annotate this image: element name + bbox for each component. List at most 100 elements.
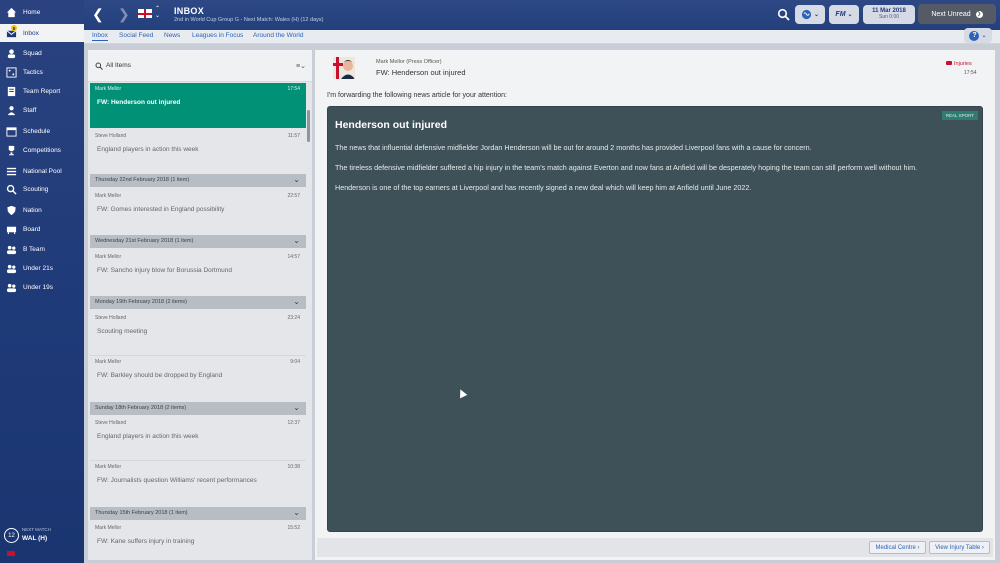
sidebar-item-competitions[interactable]: Competitions — [0, 141, 84, 159]
next-unread-button[interactable]: Next Unread ❯ — [918, 4, 996, 24]
chevron-right-icon: › — [917, 544, 920, 551]
article-paragraph: The tireless defensive midfielder suffer… — [335, 163, 918, 172]
list-item[interactable]: Steve Holland 23:24 Scouting meeting — [90, 312, 306, 356]
message-time: 10:38 — [287, 464, 300, 470]
trophy-icon — [5, 144, 17, 156]
tab-social-feed[interactable]: Social Feed — [119, 32, 153, 39]
chevron-down-icon: ⌄ — [293, 236, 300, 245]
sidebar-item-label: Competitions — [23, 146, 61, 154]
sidebar-item-staff[interactable]: Staff — [0, 101, 84, 119]
message-sender: Mark Mellor — [95, 193, 122, 199]
message-subject: FW: Sancho injury blow for Borussia Dort… — [97, 267, 232, 274]
next-match-widget[interactable]: 12 NEXT MATCH WAL (H) — [4, 526, 82, 548]
list-item[interactable]: Mark Mellor 22:57 FW: Gomes interested i… — [90, 190, 306, 232]
message-subject: FW: Gomes interested in England possibil… — [97, 206, 225, 213]
sidebar-item-squad[interactable]: Squad — [0, 44, 84, 62]
message-footer: Medical Centre › View Injury Table › — [317, 538, 993, 557]
sidebar-item-under-19s[interactable]: Under 19s — [0, 278, 84, 296]
chevron-down-icon: ⌄ — [293, 403, 300, 412]
tag-icon — [946, 61, 952, 65]
fm-logo: FM — [835, 11, 846, 18]
sidebar-item-b-team[interactable]: B Team — [0, 240, 84, 258]
sidebar-item-label: B Team — [23, 245, 45, 253]
sidebar-item-scouting[interactable]: Scouting — [0, 180, 84, 198]
list-item[interactable]: Mark Mellor 17:54 FW: Henderson out inju… — [90, 83, 306, 128]
sidebar-item-label: Schedule — [23, 127, 51, 135]
view-injury-table-button[interactable]: View Injury Table › — [929, 541, 990, 554]
article-paragraph: The news that influential defensive midf… — [335, 143, 812, 152]
up-down-chevron-icon[interactable]: ⌃ ⌄ — [155, 6, 160, 20]
group-label: Thursday 22nd February 2018 (1 item) — [95, 177, 190, 183]
sidebar-item-label: Scouting — [23, 185, 49, 193]
message-time: 17:54 — [964, 70, 977, 76]
message-subject: FW: Barkley should be dropped by England — [97, 372, 223, 379]
sidebar-item-board[interactable]: Board — [0, 220, 84, 238]
tab-news[interactable]: News — [164, 32, 180, 39]
next-match-value: WAL (H) — [22, 535, 48, 542]
list-item[interactable]: Mark Mellor 9:04 FW: Barkley should be d… — [90, 356, 306, 400]
list-item[interactable]: Steve Holland 12:37 England players in a… — [90, 417, 306, 461]
list-scrollbar[interactable] — [307, 110, 310, 142]
message-sender: Steve Holland — [95, 420, 127, 426]
sidebar-item-under-21s[interactable]: Under 21s — [0, 259, 84, 277]
tab-around-the-world[interactable]: Around the World — [253, 32, 303, 39]
date-display[interactable]: 11 Mar 2018 Sun 0:00 — [863, 5, 915, 24]
sidebar-item-label: Home — [23, 8, 41, 16]
message-time: 12:37 — [287, 420, 300, 426]
sidebar-item-tactics[interactable]: Tactics — [0, 63, 84, 81]
message-intro: I'm forwarding the following news articl… — [327, 92, 507, 99]
sidebar-item-national-pool[interactable]: National Pool — [0, 162, 84, 180]
globe-menu-button[interactable]: ⌄ — [795, 5, 825, 24]
list-item[interactable]: Mark Mellor 14:57 FW: Sancho injury blow… — [90, 251, 306, 293]
sidebar-item-home[interactable]: Home — [0, 3, 84, 21]
message-sender: Steve Holland — [95, 133, 127, 139]
help-icon: ? — [969, 30, 980, 41]
date-group-header[interactable]: Thursday 22nd February 2018 (1 item) ⌄ — [90, 174, 306, 187]
page-title: INBOX — [174, 6, 205, 16]
message-subject: England players in action this week — [97, 146, 199, 153]
fm-menu-button[interactable]: FM ⌄ — [829, 5, 859, 24]
group-label: Wednesday 21st February 2018 (1 item) — [95, 238, 194, 244]
message-from: Mark Mellor (Press Officer) — [376, 59, 442, 65]
tab-leagues-in-focus[interactable]: Leagues in Focus — [192, 32, 243, 39]
back-arrow-icon[interactable]: ❮ — [92, 7, 106, 21]
message-sender: Mark Mellor — [95, 254, 122, 260]
message-sender: Mark Mellor — [95, 86, 122, 92]
top-bar: ❮ ❯ ⌃ ⌄ INBOX 2nd in World Cup Group G - … — [84, 0, 1000, 30]
date-group-header[interactable]: Monday 19th February 2018 (2 items) ⌄ — [90, 296, 306, 309]
sidebar-item-nation[interactable]: Nation — [0, 201, 84, 219]
globe-icon — [801, 9, 812, 20]
list-item[interactable]: Steve Holland 11:57 England players in a… — [90, 130, 306, 172]
message-sender: Mark Mellor — [95, 525, 122, 531]
search-icon[interactable] — [777, 8, 790, 21]
sidebar-item-team-report[interactable]: Team Report — [0, 82, 84, 100]
help-button[interactable]: ? ⌄ — [964, 28, 992, 43]
date-group-header[interactable]: Thursday 15th February 2018 (1 item) ⌄ — [90, 507, 306, 520]
message-subject: FW: Journalists question Williams' recen… — [97, 477, 257, 484]
filter-label[interactable]: All Items — [106, 62, 131, 69]
list-item[interactable]: Mark Mellor 15:52 FW: Kane suffers injur… — [90, 522, 306, 558]
date-group-header[interactable]: Wednesday 21st February 2018 (1 item) ⌄ — [90, 235, 306, 248]
article-source-badge[interactable]: REAL SPORT — [941, 111, 978, 120]
sidebar-item-inbox[interactable]: 8 Inbox — [0, 24, 84, 42]
medical-centre-button[interactable]: Medical Centre › — [869, 541, 926, 554]
inbox-badge: 8 — [11, 25, 17, 31]
forward-arrow-icon[interactable]: ❯ — [118, 7, 132, 21]
england-flag-icon[interactable] — [138, 9, 152, 18]
avatar[interactable] — [333, 57, 355, 79]
date-group-header[interactable]: Sunday 18th February 2018 (2 items) ⌄ — [90, 402, 306, 415]
list-icon — [5, 165, 17, 177]
team-icon — [5, 262, 17, 274]
button-label: Medical Centre — [875, 544, 916, 551]
message-time: 11:57 — [287, 133, 300, 139]
tab-inbox[interactable]: Inbox — [92, 32, 108, 41]
list-item[interactable]: Mark Mellor 10:38 FW: Journalists questi… — [90, 461, 306, 505]
tactics-icon — [5, 66, 17, 78]
next-match-label: NEXT MATCH — [22, 527, 51, 532]
injuries-tag[interactable]: Injuries — [946, 61, 972, 67]
chevron-down-icon: ⌄ — [293, 297, 300, 306]
list-menu-icon[interactable]: ≡⌄ — [296, 62, 306, 70]
search-icon[interactable] — [95, 62, 103, 70]
message-subject: England players in action this week — [97, 433, 199, 440]
sidebar-item-schedule[interactable]: Schedule — [0, 122, 84, 140]
